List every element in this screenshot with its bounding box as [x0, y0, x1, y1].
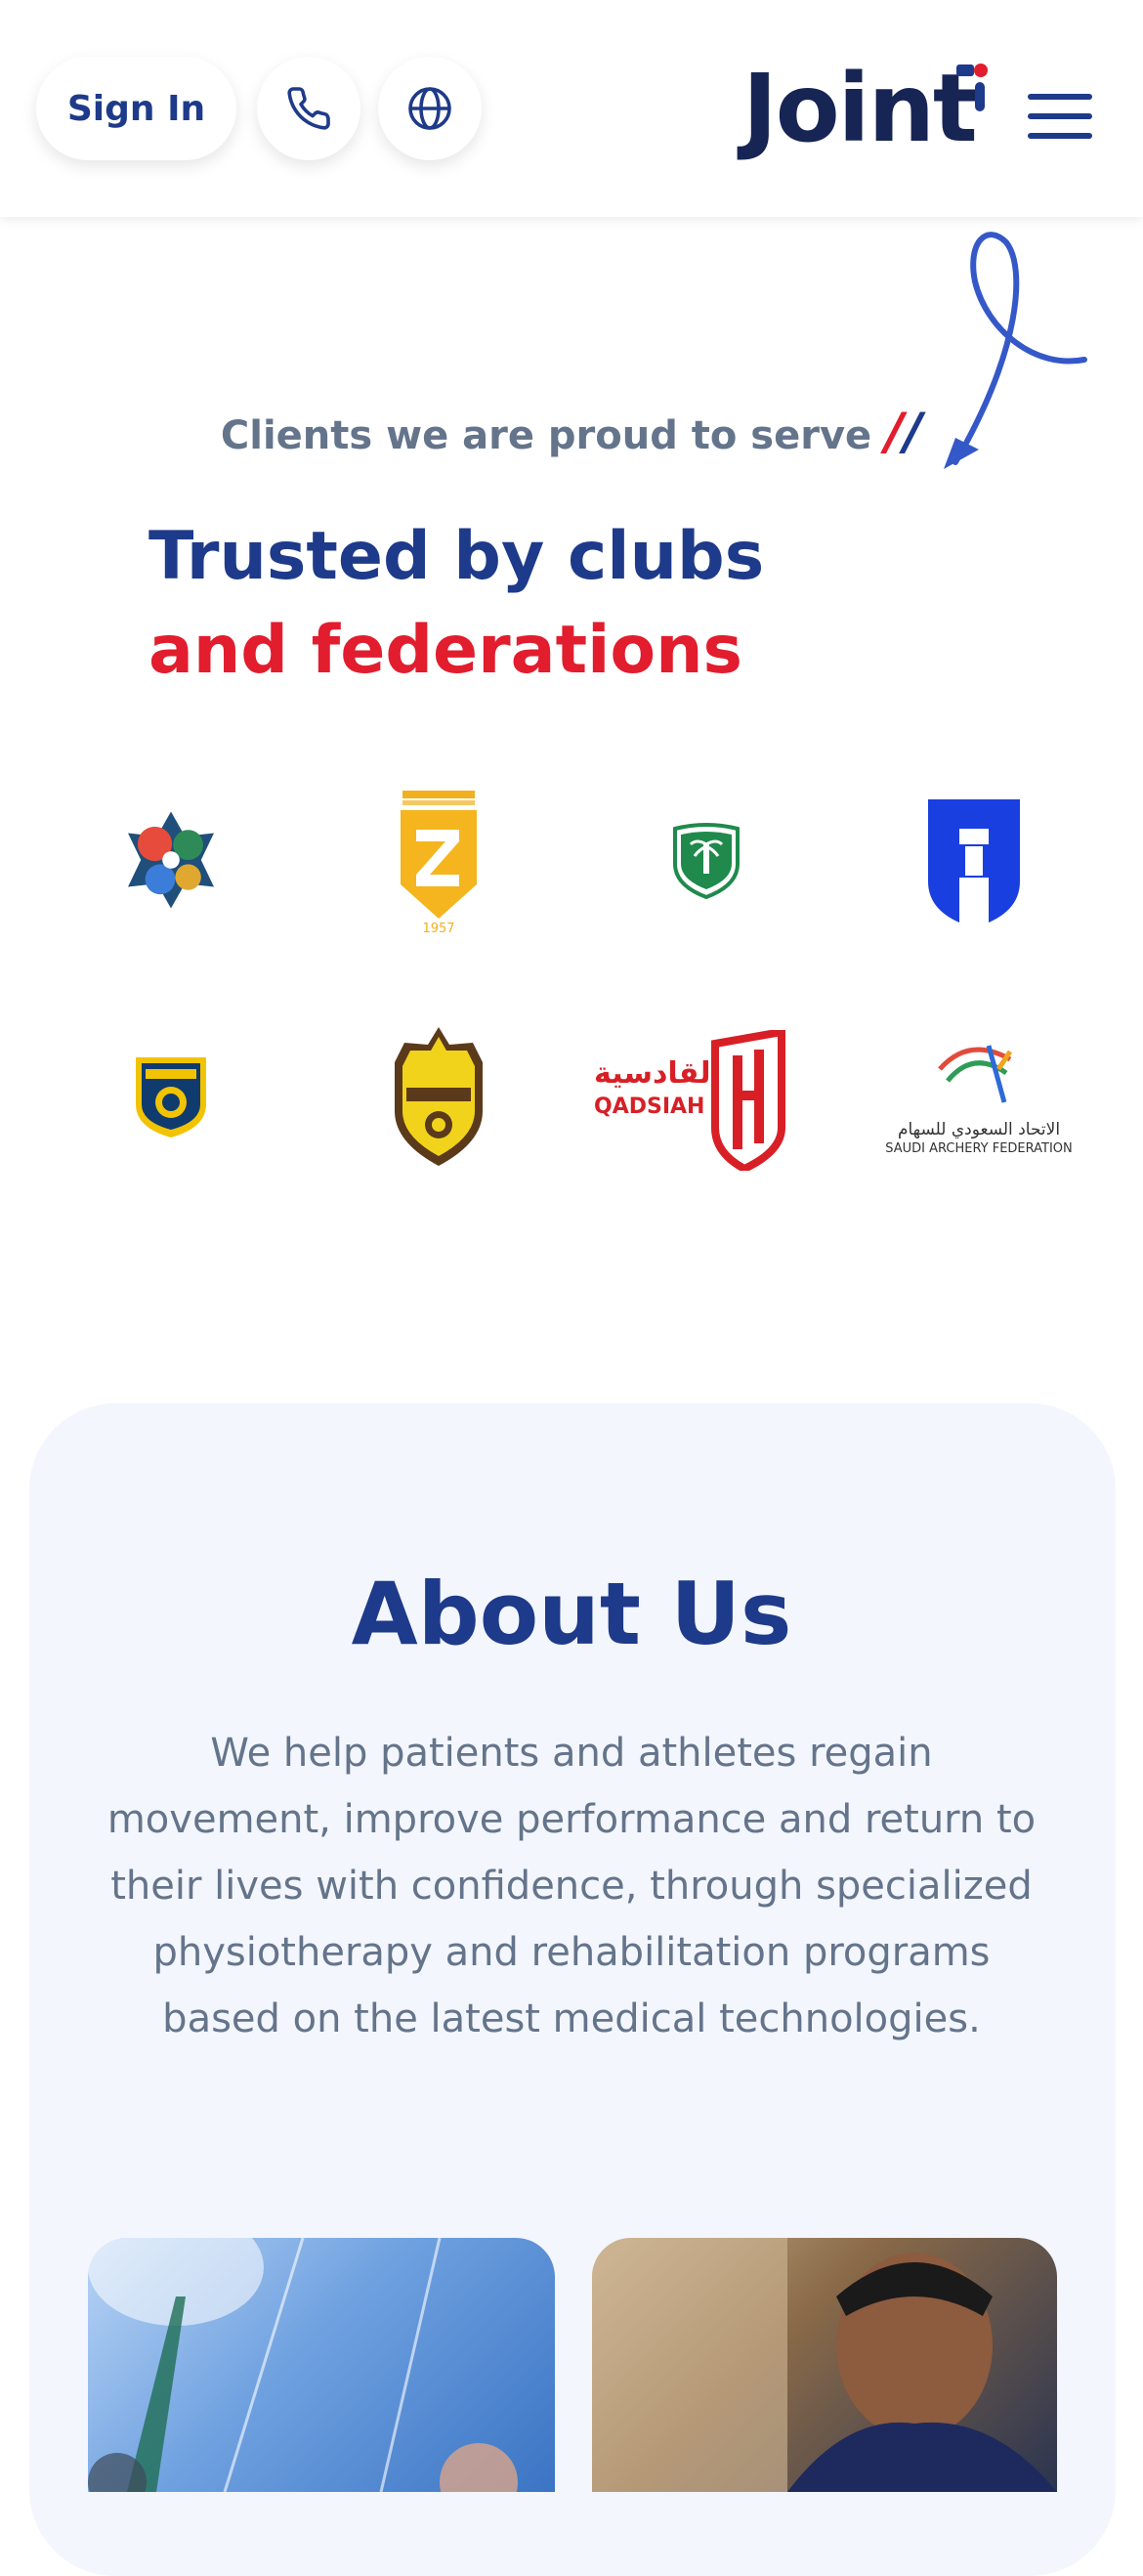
client-logo-ohod	[326, 1018, 551, 1175]
therapist-photo-image	[592, 2238, 1057, 2492]
green-shield-icon	[673, 823, 740, 899]
clients-tagline: Clients we are proud to serve	[220, 413, 872, 458]
globe-icon	[408, 87, 451, 130]
about-photo-therapist	[592, 2238, 1057, 2492]
about-title: About Us	[351, 1564, 792, 1664]
client-logo-qadsiah: القادسية QADSIAH	[594, 1018, 848, 1175]
site-header: Sign In Joint	[0, 0, 1143, 217]
ohod-crest-icon	[395, 1027, 483, 1166]
qadsiah-arabic: القادسية	[594, 1056, 721, 1091]
qadsiah-shield-icon	[711, 1030, 785, 1171]
phone-button[interactable]	[257, 57, 360, 160]
about-body: We help patients and athletes regain mov…	[106, 1731, 1037, 2041]
logo-accent-icon	[956, 64, 988, 111]
archery-wordmark: الاتحاد السعودي للسهام SAUDI ARCHERY FED…	[862, 1120, 1096, 1159]
about-photo-rehab	[88, 2238, 555, 2492]
menu-icon[interactable]	[1028, 94, 1092, 147]
client-logo-al-hilal	[862, 782, 1086, 938]
al-hilal-crest-icon	[928, 799, 1020, 923]
archery-arabic: الاتحاد السعودي للسهام	[897, 1120, 1061, 1139]
clients-heading: Trusted by clubs and federations	[148, 510, 764, 698]
qadsiah-wordmark: القادسية QADSIAH	[594, 1056, 721, 1124]
client-logo-green-shield	[594, 782, 819, 938]
client-logo-saudi-archery: الاتحاد السعودي للسهام SAUDI ARCHERY FED…	[862, 1018, 1096, 1175]
al-hazem-crest-icon	[401, 791, 477, 919]
archery-arrows-icon	[938, 1045, 1013, 1103]
clients-tagline-row: Clients we are proud to serve //	[0, 403, 1143, 461]
clients-heading-line2: and federations	[148, 612, 742, 689]
clients-heading-line1: Trusted by clubs	[148, 518, 765, 595]
language-button[interactable]	[378, 57, 482, 160]
client-logo-al-taawoun	[59, 1018, 283, 1175]
rehab-photo-image	[88, 2238, 518, 2492]
star-emblem-icon	[128, 811, 214, 909]
client-logo-star-emblem	[59, 782, 283, 938]
brand-logo[interactable]: Joint	[742, 55, 996, 162]
phone-icon	[287, 87, 330, 130]
al-hazem-year: 1957	[422, 922, 455, 936]
client-logo-al-hazem: 1957	[326, 782, 551, 938]
qadsiah-latin: QADSIAH	[594, 1095, 705, 1119]
slashes-accent: //	[885, 403, 923, 461]
al-taawoun-crest-icon	[136, 1057, 206, 1138]
sign-in-button[interactable]: Sign In	[36, 57, 236, 160]
archery-latin: SAUDI ARCHERY FEDERATION	[885, 1141, 1073, 1156]
